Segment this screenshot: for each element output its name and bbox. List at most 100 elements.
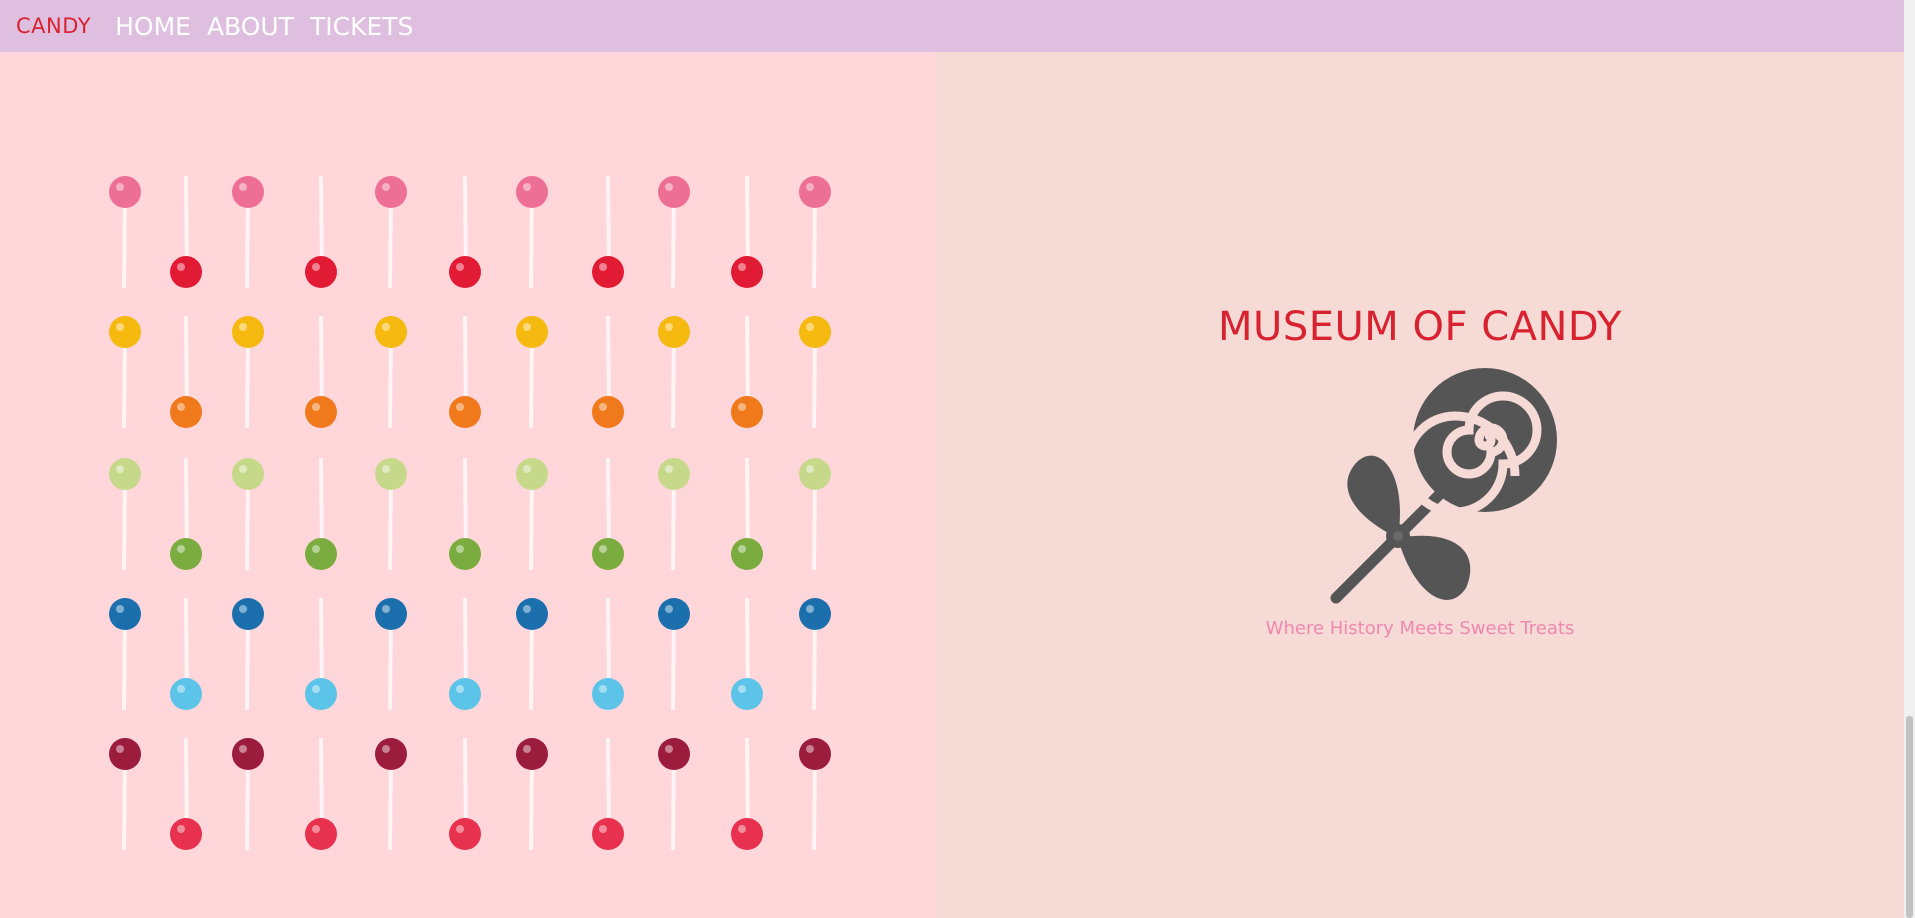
lollipop-shine bbox=[665, 323, 673, 331]
lollipop-head bbox=[799, 316, 831, 348]
lollipop-head bbox=[170, 396, 202, 428]
lollipop-shine bbox=[738, 403, 746, 411]
lollipop-shine bbox=[382, 465, 390, 473]
lollipop-shine bbox=[239, 745, 247, 753]
lollipop-shine bbox=[239, 323, 247, 331]
lollipop-shine bbox=[665, 605, 673, 613]
lollipop-head bbox=[799, 738, 831, 770]
lollipop-head bbox=[658, 598, 690, 630]
lollipop-shine bbox=[116, 745, 124, 753]
lollipop-head bbox=[305, 256, 337, 288]
hero-panel: MUSEUM OF CANDY Where History Meets Swee… bbox=[936, 52, 1904, 918]
lollipop-head bbox=[305, 678, 337, 710]
lollipop-shine bbox=[523, 745, 531, 753]
lollipop-head bbox=[305, 818, 337, 850]
lollipop-shine bbox=[665, 183, 673, 191]
lollipop-head bbox=[516, 738, 548, 770]
lollipop-shine bbox=[665, 465, 673, 473]
nav-link-home[interactable]: HOME bbox=[115, 12, 191, 41]
lollipop-head bbox=[592, 678, 624, 710]
scrollbar-thumb[interactable] bbox=[1906, 716, 1913, 918]
lollipop-head bbox=[449, 678, 481, 710]
lollipop-shine bbox=[599, 545, 607, 553]
lollipop-shine bbox=[806, 183, 814, 191]
lollipop-shine bbox=[116, 605, 124, 613]
lollipop-head bbox=[305, 538, 337, 570]
lollipop-shine bbox=[599, 263, 607, 271]
lollipop-shine bbox=[116, 323, 124, 331]
lollipop-head bbox=[799, 458, 831, 490]
lollipop-head bbox=[731, 538, 763, 570]
lollipop-shine bbox=[599, 825, 607, 833]
lollipop-shine bbox=[599, 403, 607, 411]
lollipop-head bbox=[109, 458, 141, 490]
lollipop-head bbox=[731, 396, 763, 428]
lollipop-shine bbox=[456, 825, 464, 833]
lollipop-head bbox=[305, 396, 337, 428]
lollipop-head bbox=[232, 176, 264, 208]
lollipop-head bbox=[375, 598, 407, 630]
lollipop-head bbox=[375, 316, 407, 348]
lollipop-shine bbox=[382, 745, 390, 753]
page-title: MUSEUM OF CANDY bbox=[1218, 304, 1622, 350]
page-scrollbar[interactable] bbox=[1904, 0, 1915, 918]
lollipop-shine bbox=[177, 545, 185, 553]
lollipop-shine bbox=[456, 263, 464, 271]
lollipop-head bbox=[658, 176, 690, 208]
lollipop-head bbox=[232, 316, 264, 348]
nav-link-tickets[interactable]: TICKETS bbox=[310, 12, 413, 41]
lollipop-shine bbox=[177, 403, 185, 411]
lollipop-head bbox=[592, 818, 624, 850]
nav-link-about[interactable]: ABOUT bbox=[207, 12, 294, 41]
lollipop-head bbox=[731, 256, 763, 288]
lollipop-shine bbox=[738, 545, 746, 553]
lollipop-shine bbox=[523, 323, 531, 331]
lollipop-shine bbox=[382, 183, 390, 191]
lollipop-shine bbox=[738, 685, 746, 693]
lollipop-shine bbox=[806, 745, 814, 753]
lollipop-shine bbox=[239, 183, 247, 191]
lollipop-shine bbox=[312, 545, 320, 553]
lollipop-head bbox=[375, 458, 407, 490]
lollipop-head bbox=[658, 738, 690, 770]
lollipop-shine bbox=[177, 263, 185, 271]
lollipop-head bbox=[449, 818, 481, 850]
lollipop-shine bbox=[312, 685, 320, 693]
lollipop-head bbox=[516, 598, 548, 630]
lollipop-shine bbox=[312, 403, 320, 411]
lollipop-head bbox=[449, 396, 481, 428]
lollipop-shine bbox=[312, 263, 320, 271]
lollipop-shine bbox=[456, 545, 464, 553]
lollipop-head bbox=[232, 598, 264, 630]
lollipop-head bbox=[731, 818, 763, 850]
lollipop-pattern-image bbox=[0, 52, 936, 918]
lollipop-head bbox=[592, 396, 624, 428]
lollipop-shine bbox=[382, 605, 390, 613]
lollipop-shine bbox=[116, 465, 124, 473]
lollipop-head bbox=[516, 176, 548, 208]
lollipop-head bbox=[109, 598, 141, 630]
lollipop-head bbox=[375, 176, 407, 208]
lollipop-candy-icon bbox=[1330, 368, 1557, 604]
lollipop-shine bbox=[239, 465, 247, 473]
lollipop-head bbox=[516, 316, 548, 348]
lollipop-head bbox=[449, 538, 481, 570]
lollipop-head bbox=[170, 538, 202, 570]
lollipop-shine bbox=[177, 685, 185, 693]
lollipop-shine bbox=[806, 465, 814, 473]
lollipop-head bbox=[170, 678, 202, 710]
lollipop-head bbox=[658, 458, 690, 490]
lollipop-shine bbox=[738, 825, 746, 833]
lollipop-shine bbox=[456, 685, 464, 693]
lollipop-shine bbox=[177, 825, 185, 833]
brand-link[interactable]: CANDY bbox=[16, 14, 91, 38]
lollipop-head bbox=[658, 316, 690, 348]
lollipop-shine bbox=[599, 685, 607, 693]
lollipop-head bbox=[592, 256, 624, 288]
lollipop-shine bbox=[382, 323, 390, 331]
lollipop-head bbox=[799, 176, 831, 208]
lollipop-shine bbox=[665, 745, 673, 753]
lollipop-head bbox=[109, 738, 141, 770]
lollipop-head bbox=[516, 458, 548, 490]
lollipop-shine bbox=[523, 465, 531, 473]
